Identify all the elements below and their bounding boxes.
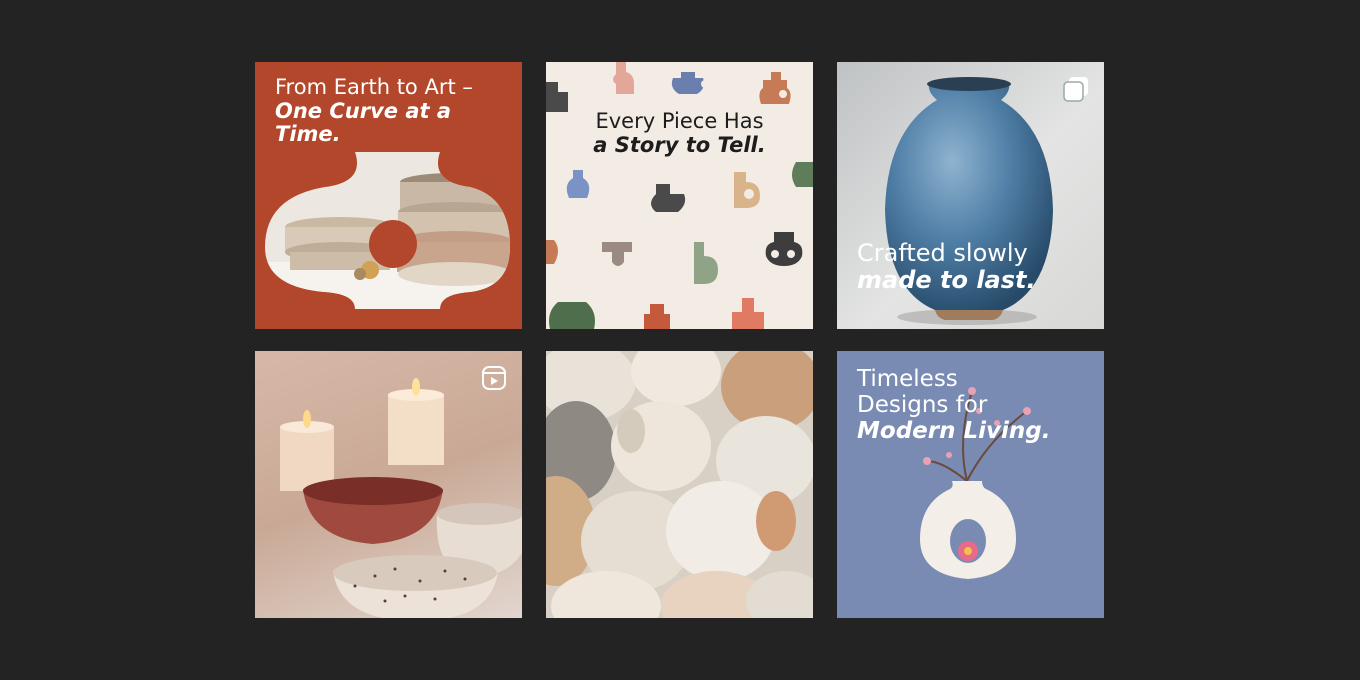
- post-tile-candles-bowls[interactable]: [255, 351, 522, 618]
- caption-line-1: From Earth to Art –: [275, 75, 473, 99]
- carousel-icon: [1063, 76, 1089, 102]
- caption-line-2: made to last.: [857, 265, 1036, 294]
- post-caption: From Earth to Art – One Curve at a Time.: [275, 75, 510, 147]
- pottery-pile-image: [546, 351, 813, 618]
- caption-line-1: Timeless: [857, 366, 958, 392]
- caption-line-1b: Designs for: [857, 391, 988, 418]
- post-tile-timeless-designs[interactable]: Timeless Designs for Modern Living.: [837, 351, 1104, 618]
- post-grid: From Earth to Art – One Curve at a Time.: [0, 0, 1360, 680]
- candles-and-bowls-image: [280, 378, 522, 618]
- reels-icon: [481, 365, 507, 391]
- caption-line-1: Every Piece Has: [595, 109, 764, 133]
- post-tile-earth-to-art[interactable]: From Earth to Art – One Curve at a Time.: [255, 62, 522, 329]
- caption-line-1: Crafted slowly: [857, 239, 1028, 267]
- post-caption: Crafted slowly made to last.: [857, 240, 1087, 294]
- post-caption: Every Piece Has a Story to Tell.: [546, 109, 813, 157]
- vase-pattern-image: [546, 62, 813, 329]
- post-caption: Timeless Designs for Modern Living.: [857, 366, 1087, 444]
- post-tile-story-to-tell[interactable]: Every Piece Has a Story to Tell.: [546, 62, 813, 329]
- caption-line-2: a Story to Tell.: [593, 132, 766, 157]
- caption-line-2: Modern Living.: [857, 417, 1051, 444]
- post-tile-pottery-pile[interactable]: [546, 351, 813, 618]
- post-tile-crafted-slowly[interactable]: Crafted slowly made to last.: [837, 62, 1104, 329]
- caption-line-2: One Curve at a Time.: [275, 98, 452, 147]
